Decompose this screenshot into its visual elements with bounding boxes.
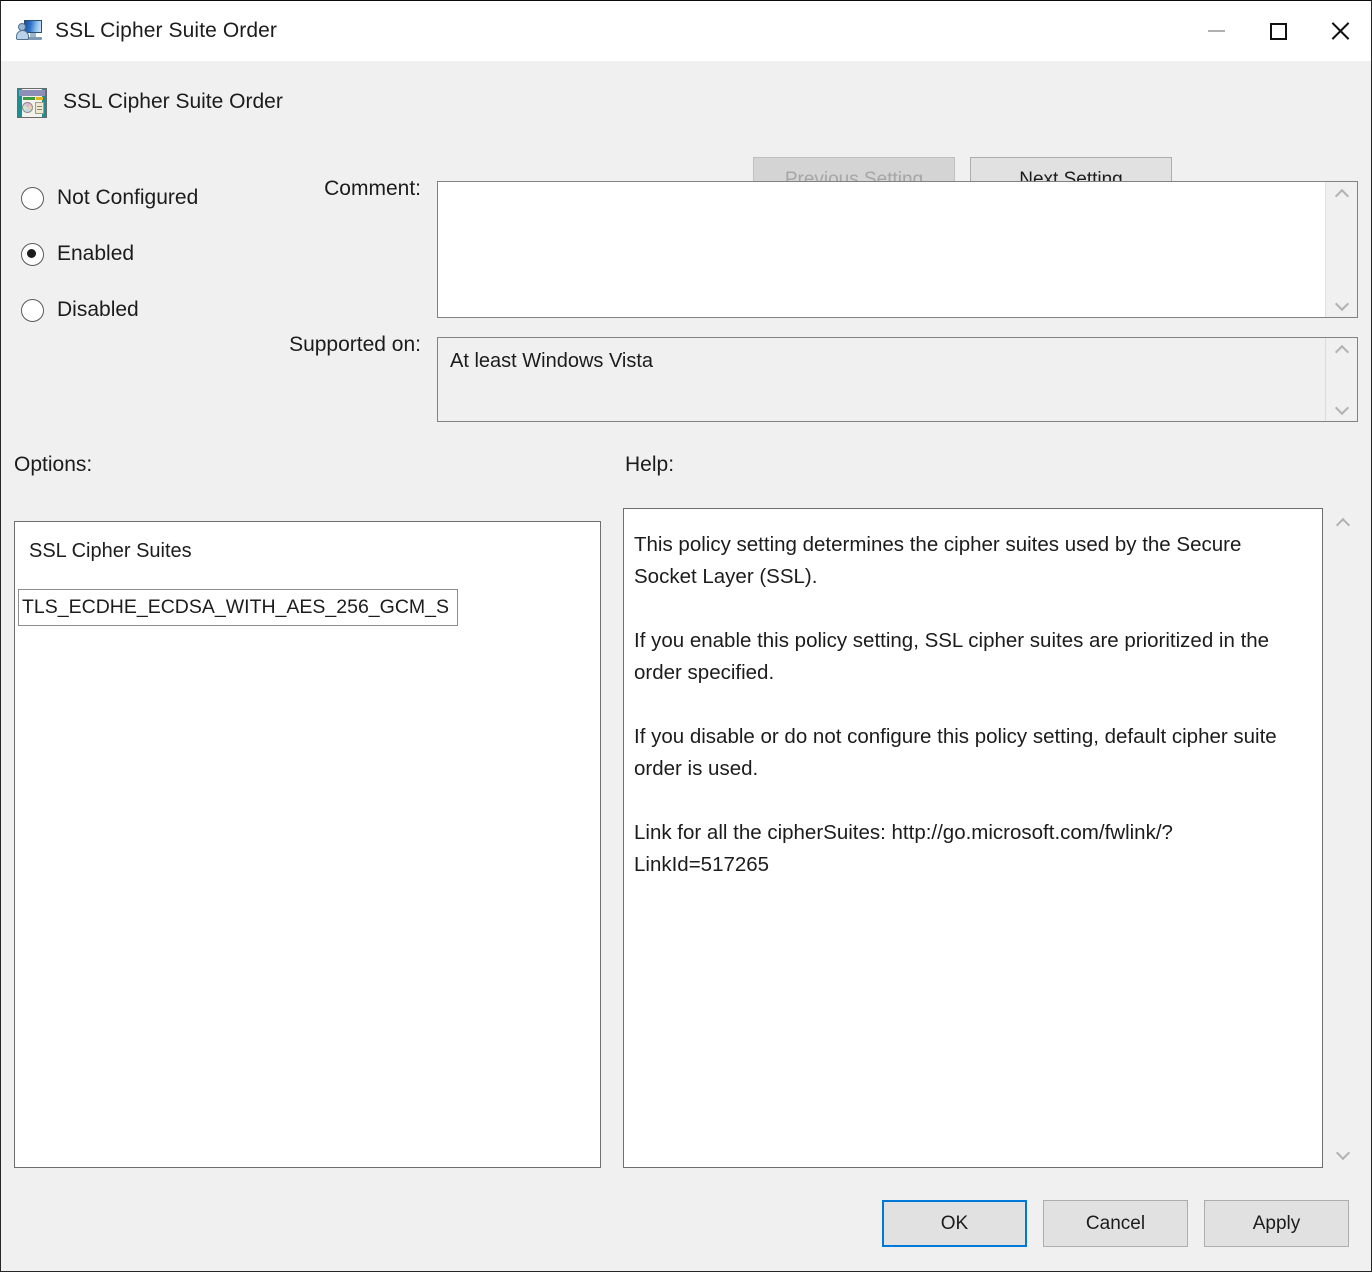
ssl-cipher-suites-label: SSL Cipher Suites [29, 540, 192, 563]
help-section-label: Help: [625, 453, 674, 477]
help-scrollbar[interactable] [1326, 509, 1359, 1168]
cancel-button[interactable]: Cancel [1043, 1200, 1188, 1247]
options-panel: SSL Cipher Suites TLS_ECDHE_ECDSA_WITH_A… [14, 521, 601, 1168]
policy-header: SSL Cipher Suite Order Previous Setting … [1, 62, 1371, 159]
comment-label: Comment: [181, 177, 421, 201]
scroll-up-icon[interactable] [1335, 190, 1348, 198]
supported-on-scrollbar[interactable] [1325, 338, 1357, 421]
window-title: SSL Cipher Suite Order [55, 19, 277, 43]
ok-button[interactable]: OK [882, 1200, 1027, 1247]
radio-disabled[interactable]: Disabled [21, 289, 261, 331]
radio-disabled-label: Disabled [57, 298, 139, 322]
comment-input[interactable] [438, 182, 1325, 317]
radio-not-configured-indicator [21, 187, 44, 210]
scroll-down-icon[interactable] [1335, 301, 1348, 309]
supported-on-field: At least Windows Vista [437, 337, 1358, 422]
comment-field[interactable] [437, 181, 1358, 318]
help-text: This policy setting determines the ciphe… [624, 509, 1322, 881]
ssl-cipher-suite-order-dialog: SSL Cipher Suite Order SSL Cipher Suite … [0, 0, 1372, 1272]
scroll-up-icon[interactable] [1335, 346, 1348, 354]
policy-state-radio-group: Not Configured Enabled Disabled [21, 177, 261, 345]
maximize-button[interactable] [1247, 1, 1309, 61]
radio-disabled-indicator [21, 299, 44, 322]
supported-on-value: At least Windows Vista [438, 338, 1325, 421]
apply-button[interactable]: Apply [1204, 1200, 1349, 1247]
page-title: SSL Cipher Suite Order [63, 90, 283, 114]
radio-enabled-label: Enabled [57, 242, 134, 266]
comment-scrollbar[interactable] [1325, 182, 1357, 317]
group-policy-setting-icon [17, 88, 47, 118]
ssl-cipher-suites-input[interactable]: TLS_ECDHE_ECDSA_WITH_AES_256_GCM_S [18, 589, 458, 626]
supported-on-label: Supported on: [181, 333, 421, 357]
window-controls [1185, 1, 1371, 61]
policy-user-monitor-icon [17, 18, 43, 44]
scroll-down-icon[interactable] [1335, 405, 1348, 413]
minimize-icon [1208, 30, 1225, 32]
scroll-down-icon[interactable] [1336, 1150, 1349, 1158]
options-section-label: Options: [14, 453, 92, 477]
close-icon [1330, 21, 1350, 41]
radio-enabled[interactable]: Enabled [21, 233, 261, 275]
radio-not-configured-label: Not Configured [57, 186, 198, 210]
radio-enabled-indicator [21, 243, 44, 266]
maximize-icon [1270, 23, 1287, 40]
help-panel: This policy setting determines the ciphe… [623, 508, 1323, 1168]
close-button[interactable] [1309, 1, 1371, 61]
scroll-up-icon[interactable] [1336, 519, 1349, 527]
title-bar: SSL Cipher Suite Order [1, 1, 1371, 61]
minimize-button[interactable] [1185, 1, 1247, 61]
